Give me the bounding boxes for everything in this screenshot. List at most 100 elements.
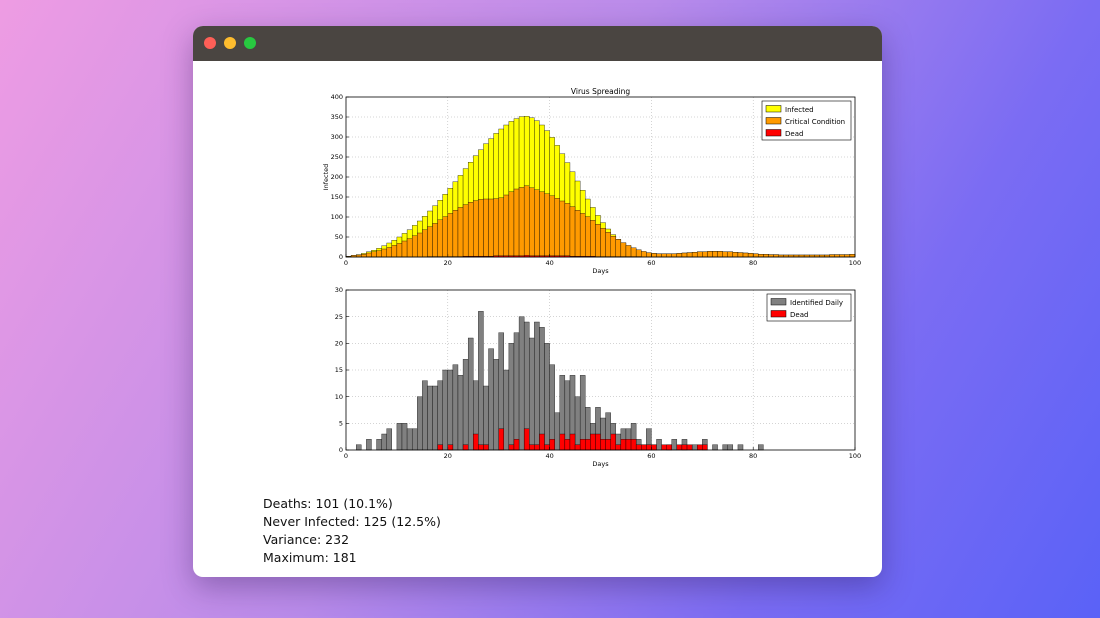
chart0-bar-critical-condition: [473, 200, 479, 258]
chart1-y-tick-label: 0: [339, 446, 343, 454]
chart1-bar-identified-daily: [488, 348, 494, 451]
chart1-bar-dead: [686, 444, 693, 451]
chart0-bar-critical-condition: [595, 224, 601, 258]
chart1-bar-identified-daily: [427, 385, 433, 451]
chart0-bar-critical-condition: [488, 198, 494, 258]
chart1-bar-identified-daily: [758, 444, 764, 451]
chart1-x-tick-label: 60: [647, 452, 655, 460]
chart1-bar-identified-daily: [493, 359, 499, 451]
chart0-bar-critical-condition: [697, 251, 703, 258]
chart1-bar-dead: [605, 439, 611, 451]
chart0-bar-critical-condition: [758, 254, 764, 258]
chart0-bar-critical-condition: [508, 191, 515, 258]
chart1-y-tick-label: 10: [335, 393, 343, 401]
chart0-bar-critical-condition: [585, 216, 591, 258]
stat-deaths: Deaths: 101 (10.1%): [263, 496, 393, 511]
zoom-window-button[interactable]: [244, 37, 256, 49]
chart0-x-tick-label: 20: [444, 259, 452, 267]
chart0-bar-critical-condition: [559, 200, 566, 258]
chart0-bar-critical-condition: [401, 240, 408, 258]
chart1-bar-dead: [513, 439, 520, 451]
chart0-bar-critical-condition: [763, 254, 769, 258]
chart0-bar-critical-condition: [641, 251, 647, 258]
chart0-y-tick-label: 300: [331, 133, 343, 141]
chart1-y-tick-label: 30: [335, 286, 343, 294]
chart1-bar-dead: [483, 444, 489, 451]
chart1-bar-dead: [702, 444, 708, 451]
chart0-bar-critical-condition: [442, 216, 448, 258]
chart0-bar-critical-condition: [452, 210, 459, 258]
chart0-bar-critical-condition: [625, 245, 632, 258]
chart0-bar-critical-condition: [630, 247, 637, 258]
window-content: 0 20 40 60 80 100 0 50 100 150 200 250 300 350 400 Viru…: [193, 61, 882, 577]
minimize-window-button[interactable]: [224, 37, 236, 49]
chart1-bar-identified-daily: [574, 396, 581, 451]
close-window-button[interactable]: [204, 37, 216, 49]
chart0-bar-critical-condition: [590, 220, 596, 258]
chart0-bar-critical-condition: [457, 207, 464, 258]
chart1-bar-dead: [620, 439, 627, 451]
chart1-bar-dead: [630, 439, 637, 451]
chart0-bar-critical-condition: [569, 206, 576, 258]
chart0-bar-critical-condition: [462, 204, 469, 258]
chart0-bar-critical-condition: [656, 253, 662, 258]
chart1-bar-identified-daily: [452, 364, 459, 451]
chart0-bar-critical-condition: [483, 198, 489, 258]
chart1-bar-dead: [473, 433, 479, 451]
chart1-y-tick-label: 15: [335, 366, 343, 374]
chart1-bar-dead: [529, 444, 535, 451]
simulation-stats: Deaths: 101 (10.1%) Never Infected: 125 …: [263, 495, 441, 567]
chart0-bar-critical-condition: [376, 250, 382, 258]
chart0-title: Virus Spreading: [571, 87, 630, 96]
chart1-bar-identified-daily: [447, 369, 454, 451]
chart0-bar-critical-condition: [406, 238, 413, 258]
chart1-bar-identified-daily: [544, 343, 550, 451]
chart1-x-tick-label: 80: [749, 452, 757, 460]
chart0-bar-critical-condition: [417, 232, 423, 258]
chart0-bar-critical-condition: [447, 213, 454, 258]
chart1-bar-identified-daily: [417, 396, 423, 451]
chart1-bar-dead: [676, 444, 683, 451]
chart0-bar-critical-condition: [411, 235, 418, 258]
chart1-bar-identified-daily: [401, 423, 408, 451]
chart1-bar-dead: [569, 433, 576, 451]
chart0-bar-critical-condition: [849, 254, 856, 258]
chart1-bar-identified-daily: [478, 311, 484, 451]
chart0-y-tick-label: 200: [331, 173, 343, 181]
chart0-bar-critical-condition: [371, 251, 377, 258]
chart0-bar-critical-condition: [702, 251, 708, 258]
chart1-x-axis-label: Days: [592, 460, 609, 468]
chart1-bar-dead: [585, 439, 591, 451]
chart0-bar-critical-condition: [620, 242, 627, 258]
chart1-legend-swatch: [770, 310, 787, 318]
chart0-bar-critical-condition: [544, 193, 550, 258]
chart0-bar-critical-condition: [498, 197, 504, 258]
chart0-bar-critical-condition: [686, 252, 693, 258]
chart1-bar-identified-daily: [406, 428, 413, 451]
chart0-x-axis-label: Days: [592, 267, 609, 275]
chart1-bar-identified-daily: [411, 428, 418, 451]
chart0-bar-critical-condition: [564, 203, 571, 258]
chart0-bar-critical-condition: [676, 253, 683, 258]
chart1-bar-dead: [447, 444, 454, 451]
chart1-bar-dead: [574, 444, 581, 451]
chart1-y-tick-label: 5: [339, 420, 343, 428]
chart0-bar-critical-condition: [529, 187, 535, 258]
chart1-bar-dead: [600, 439, 606, 451]
chart1-bar-dead: [437, 444, 443, 451]
chart0-bar-critical-condition: [722, 251, 728, 258]
chart1-x-tick-label: 20: [444, 452, 452, 460]
chart1-bar-dead: [697, 444, 703, 451]
chart1-bar-identified-daily: [549, 364, 555, 451]
chart0-bar-critical-condition: [386, 247, 392, 258]
chart1-bar-identified-daily: [503, 369, 510, 451]
chart1-bar-dead: [498, 428, 504, 451]
chart0-bar-critical-condition: [574, 210, 581, 258]
chart0-bar-critical-condition: [651, 253, 657, 258]
title-bar: [193, 26, 882, 61]
chart0-x-tick-label: 0: [344, 259, 348, 267]
chart1-bar-identified-daily: [579, 375, 586, 451]
chart1-bar-dead: [625, 439, 632, 451]
virus-spreading-figure: 0 20 40 60 80 100050100150200250300350400Viru…: [322, 87, 861, 468]
chart1-bar-dead: [681, 444, 688, 451]
